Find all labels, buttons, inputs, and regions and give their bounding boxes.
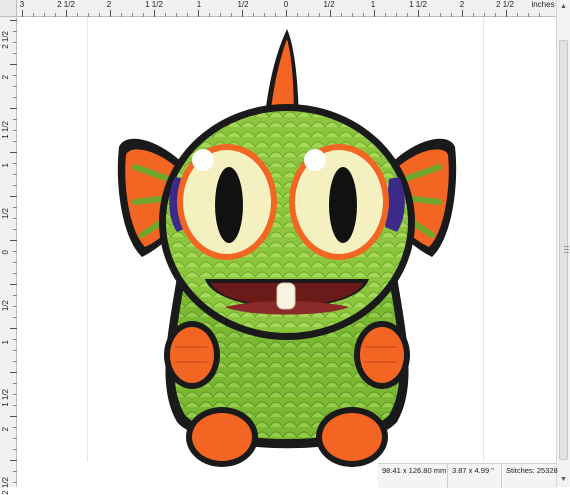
ruler-label: 0 xyxy=(283,0,289,9)
ruler-label: 2 1/2 xyxy=(1,31,10,49)
grip-line xyxy=(564,252,569,253)
ruler-label: 2 1/2 xyxy=(1,477,10,495)
ruler-tick xyxy=(10,196,17,197)
left-arm xyxy=(164,321,220,389)
ruler-tick xyxy=(242,10,243,17)
vertical-ruler: 2 1/2 2 1 1/2 1 1/2 0 1/2 1 1 1/2 2 2 1/… xyxy=(0,17,17,495)
ruler-tick xyxy=(198,10,199,17)
ruler-label: 1/2 xyxy=(237,0,249,9)
ruler-tick xyxy=(10,20,17,21)
ruler-units: inches xyxy=(531,0,555,9)
ruler-label: 1 1/2 xyxy=(409,0,427,9)
ruler-tick xyxy=(374,10,375,17)
ruler-tick xyxy=(286,10,287,17)
grip-line xyxy=(564,249,569,250)
tooth xyxy=(276,282,296,310)
ruler-tick xyxy=(462,10,463,17)
ruler-label: 2 1/2 xyxy=(57,0,75,9)
ruler-tick xyxy=(506,10,507,17)
ruler-label: 1 xyxy=(1,163,10,168)
ruler-label: 1/2 xyxy=(323,0,335,9)
ruler-tick xyxy=(10,240,17,241)
ruler-tick xyxy=(110,10,111,17)
scroll-thumb[interactable] xyxy=(559,40,569,460)
ruler-label: 1 xyxy=(370,0,376,9)
scroll-down-icon[interactable]: ▼ xyxy=(557,473,570,487)
ruler-label: 2 xyxy=(1,75,10,80)
ruler-tick xyxy=(10,328,17,329)
left-eye xyxy=(177,144,277,260)
design-canvas[interactable] xyxy=(17,17,556,487)
right-foot xyxy=(316,407,388,467)
ruler-tick xyxy=(66,10,67,17)
ruler-label: 2 xyxy=(459,0,465,9)
ruler-label: 1 1/2 xyxy=(145,0,163,9)
ruler-label: 1/2 xyxy=(1,208,10,220)
design-size-mm: 98.41 x 126.80 mm xyxy=(378,464,448,488)
ruler-label: 1 xyxy=(196,0,202,9)
ruler-label: 1 1/2 xyxy=(1,389,10,407)
ruler-tick xyxy=(10,152,17,153)
ruler-label: 1/2 xyxy=(1,300,10,312)
ruler-label: 1 1/2 xyxy=(1,121,10,139)
ruler-label: 2 xyxy=(1,427,10,432)
stitch-count: Stitches: 25328 xyxy=(506,466,558,475)
ruler-corner[interactable] xyxy=(0,0,17,17)
grip-line xyxy=(564,246,569,247)
ruler-label: 2 1/2 xyxy=(496,0,514,9)
vertical-scrollbar[interactable]: ▲ ▼ xyxy=(556,0,570,487)
ruler-label: 3 xyxy=(19,0,25,9)
ruler-tick xyxy=(10,460,17,461)
ruler-tick xyxy=(330,10,331,17)
embroidery-editor-window: 3 2 1/2 2 1 1/2 1 1/2 0 1/2 1 1 1/2 2 2 … xyxy=(0,0,570,495)
design-size-inches: 3.87 x 4.99 " xyxy=(448,464,502,488)
ruler-label: 2 xyxy=(106,0,112,9)
ruler-tick xyxy=(10,284,17,285)
scroll-up-icon[interactable]: ▲ xyxy=(557,0,570,14)
left-foot xyxy=(186,407,258,467)
ruler-tick xyxy=(10,372,17,373)
ruler-label: 0 xyxy=(1,250,10,255)
ruler-tick xyxy=(10,416,17,417)
ruler-label: 1 xyxy=(1,340,10,345)
fish-monster-embroidery-icon[interactable] xyxy=(17,17,556,487)
right-arm xyxy=(354,321,410,389)
ruler-tick xyxy=(10,64,17,65)
ruler-tick xyxy=(10,108,17,109)
ruler-tick xyxy=(418,10,419,17)
right-eye xyxy=(289,144,389,260)
status-bar: 98.41 x 126.80 mm 3.87 x 4.99 " Stitches… xyxy=(378,463,558,488)
horizontal-ruler: 3 2 1/2 2 1 1/2 1 1/2 0 1/2 1 1 1/2 2 2 … xyxy=(0,0,556,17)
ruler-tick xyxy=(154,10,155,17)
ruler-tick xyxy=(22,10,23,17)
